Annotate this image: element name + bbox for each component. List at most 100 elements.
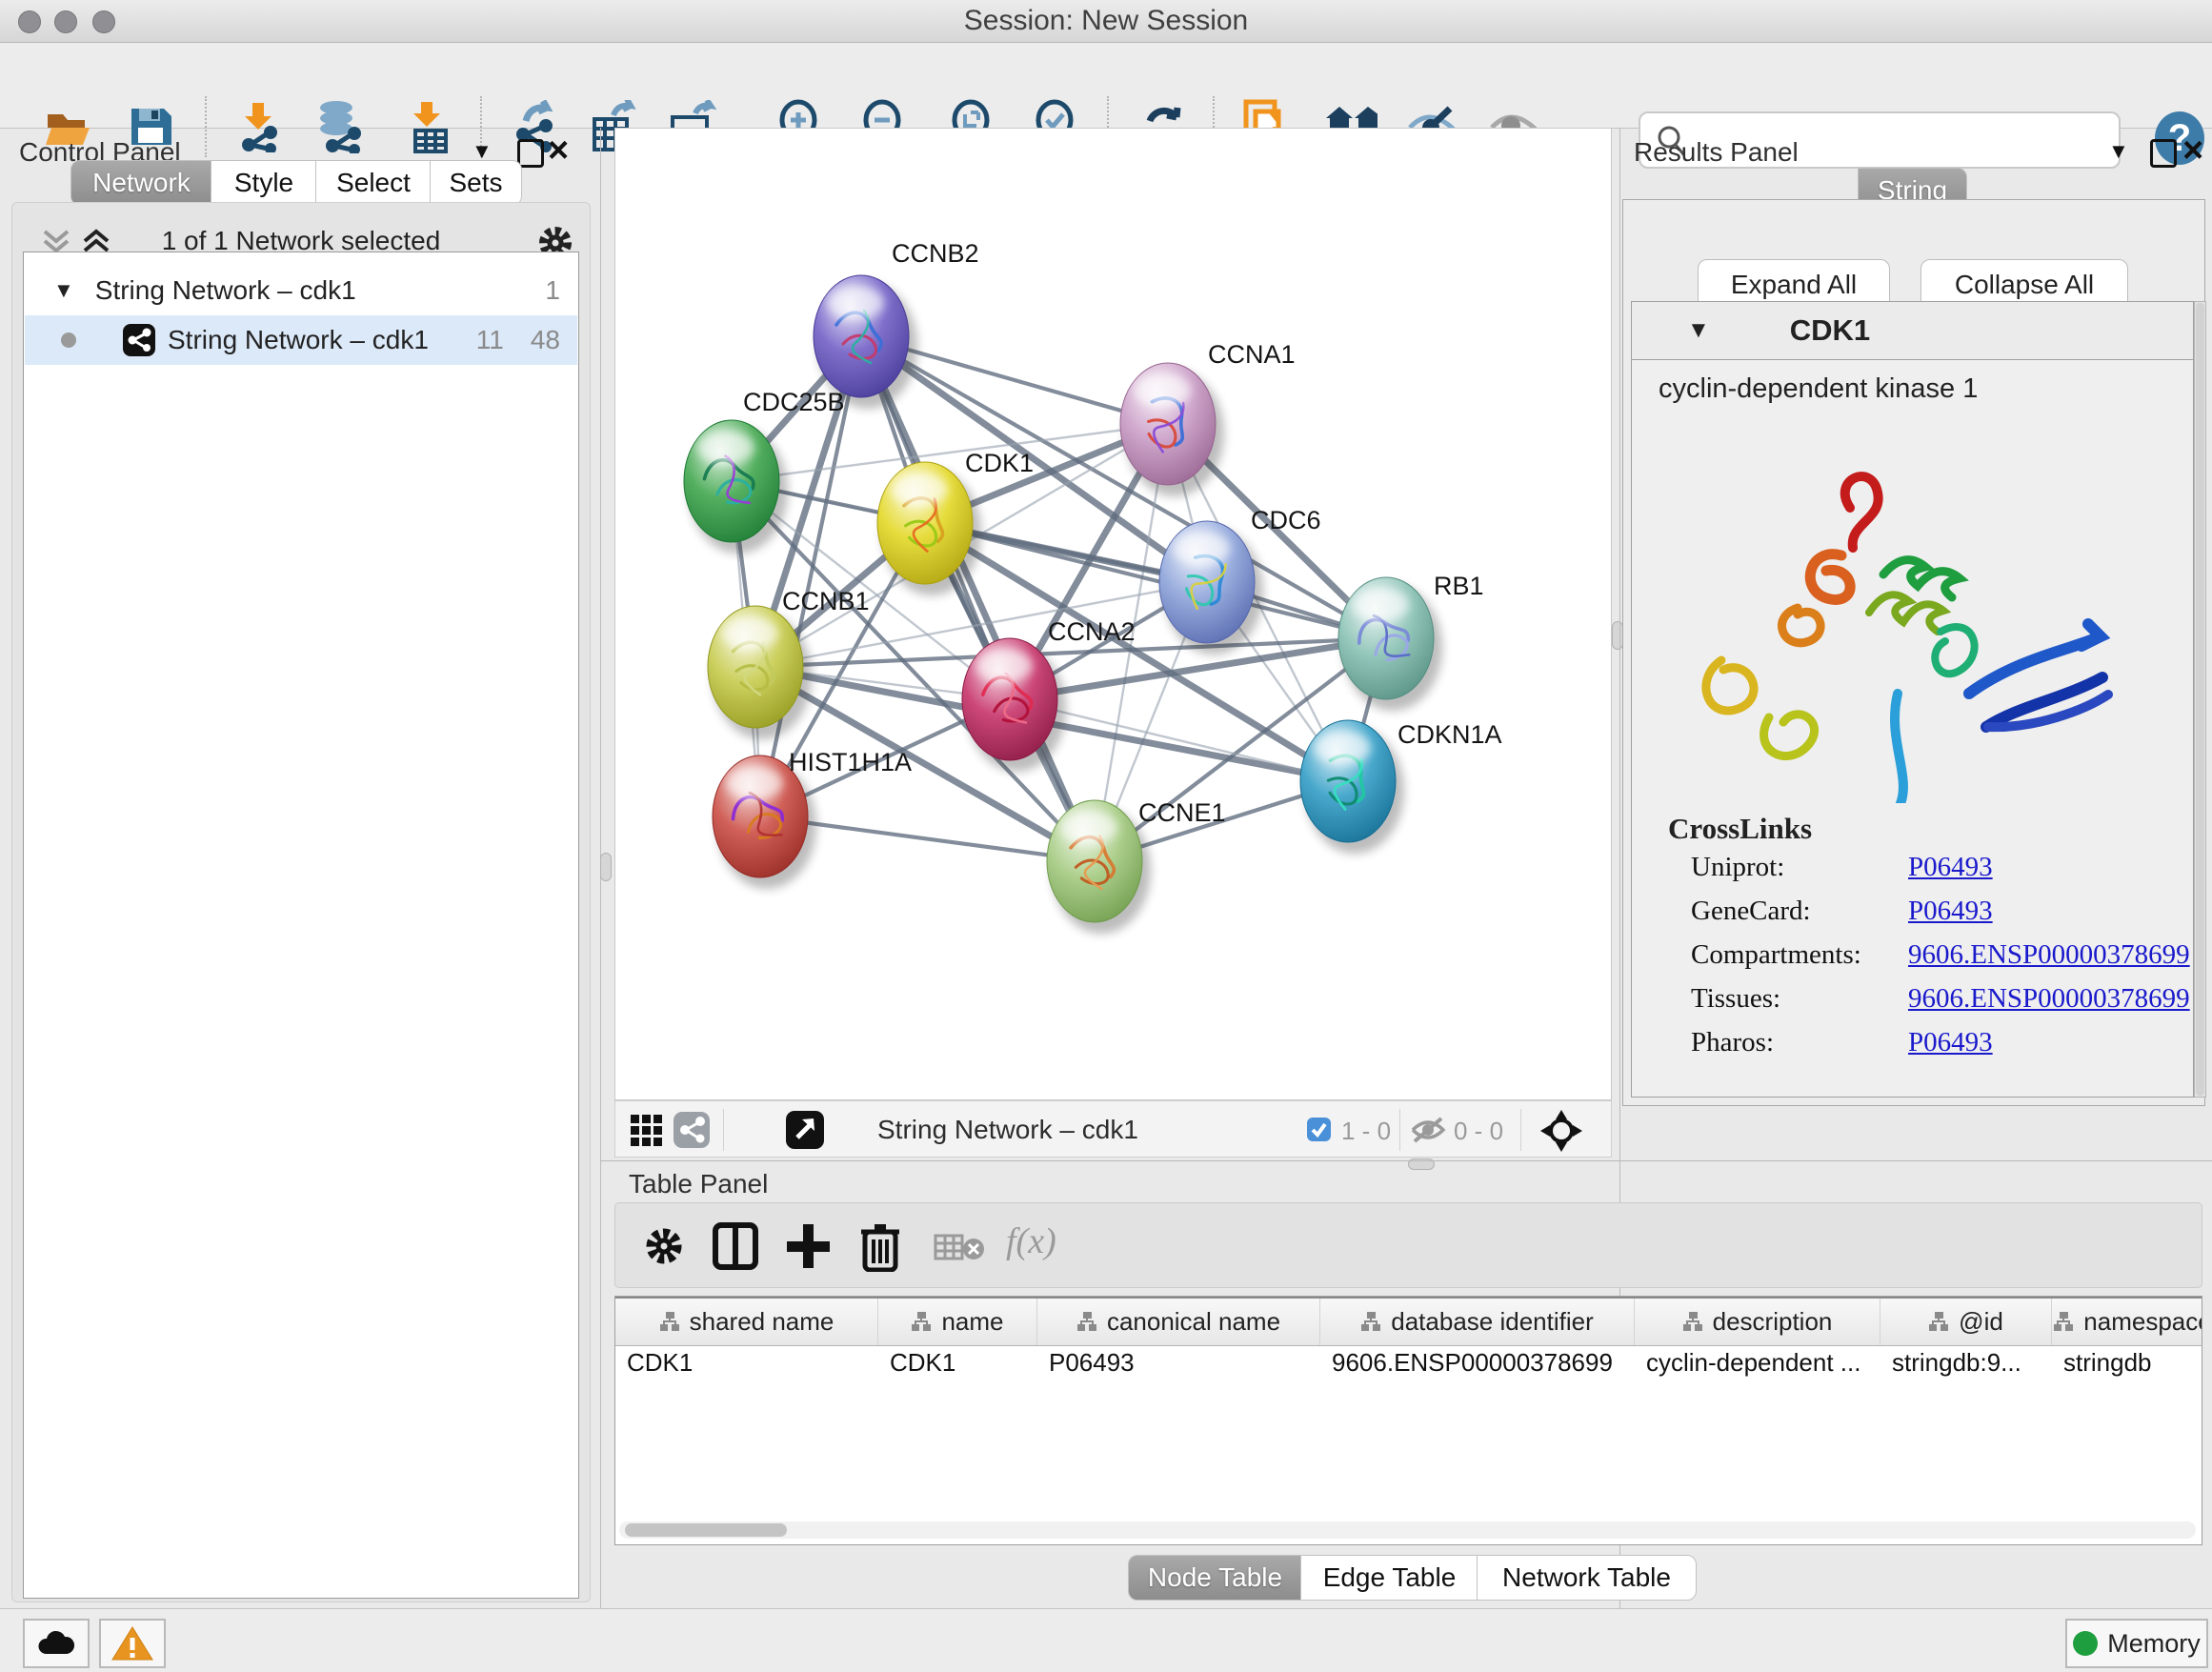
network-node-rb1[interactable] [1338, 577, 1442, 711]
cloud-status-button[interactable] [23, 1619, 90, 1668]
network-row-selected[interactable]: String Network – cdk1 11 48 [25, 315, 577, 365]
node-label-cdc25b: CDC25B [743, 388, 845, 416]
tab-sets[interactable]: Sets [430, 160, 522, 206]
memory-status-dot-icon [2073, 1631, 2098, 1656]
column-tree-icon [1360, 1311, 1381, 1334]
table-panel-title: Table Panel [629, 1169, 768, 1199]
crosslink-row: GeneCard:P06493 [1691, 896, 2193, 927]
status-bar: Memory [0, 1608, 2212, 1672]
footer-separator [723, 1109, 724, 1151]
crosslink-value-link[interactable]: P06493 [1908, 896, 1993, 927]
network-canvas[interactable]: CCNB2CCNA1CDC25BCDK1CDC6RB1CCNB1CCNA2CDK… [614, 128, 1612, 1100]
cloud-icon [36, 1629, 76, 1658]
network-collection-label: String Network – cdk1 [95, 275, 356, 306]
birdseye-grid-icon[interactable] [629, 1113, 663, 1147]
crosslink-label: Pharos: [1691, 1027, 1908, 1058]
column-tree-icon [1928, 1311, 1949, 1334]
network-view-icon[interactable] [673, 1111, 711, 1149]
node-description: cyclin-dependent kinase 1 [1659, 373, 2193, 405]
panel-float-icon[interactable] [2150, 139, 2177, 172]
create-column-plus-icon[interactable] [785, 1222, 831, 1270]
function-builder-icon: f(x) [1006, 1220, 1056, 1262]
network-node-cdk1[interactable] [877, 462, 981, 595]
node-label-ccnb1: CCNB1 [782, 587, 870, 615]
left-splitter-handle[interactable] [600, 853, 612, 881]
column-header-canonical-name[interactable]: canonical name [1037, 1299, 1320, 1345]
node-count: 11 [476, 325, 504, 355]
column-tree-icon [659, 1311, 680, 1334]
panel-close-icon[interactable]: × [2182, 139, 2203, 162]
table-cell[interactable]: cyclin-dependent ... [1635, 1348, 1880, 1384]
crosslink-value-link[interactable]: P06493 [1908, 852, 1993, 883]
panel-close-icon[interactable]: × [548, 139, 569, 162]
column-header-database-identifier[interactable]: database identifier [1320, 1299, 1635, 1345]
network-view-toolbar: String Network – cdk1 1 - 0 0 - 0 [614, 1100, 1612, 1158]
selected-node-edge-counts: 1 - 0 [1341, 1117, 1391, 1146]
table-horizontal-scrollbar[interactable] [619, 1521, 2196, 1539]
table-cell[interactable]: CDK1 [615, 1348, 878, 1384]
column-tree-icon [1682, 1311, 1703, 1334]
network-collection-row[interactable]: ▼ String Network – cdk1 1 [25, 266, 577, 315]
node-section-header[interactable]: ▼ CDK1 [1631, 301, 2194, 360]
section-title: CDK1 [1790, 313, 1870, 348]
tab-edge-table[interactable]: Edge Table [1300, 1555, 1478, 1601]
results-scrollbar[interactable] [2194, 301, 2206, 1098]
column-header--id[interactable]: @id [1880, 1299, 2052, 1345]
delete-table-icon[interactable] [934, 1232, 987, 1266]
column-tree-icon [2053, 1311, 2074, 1334]
collection-count: 1 [545, 275, 560, 306]
network-node-ccna2[interactable] [962, 638, 1066, 772]
crosslink-label: GeneCard: [1691, 896, 1908, 927]
network-node-cdc6[interactable] [1159, 521, 1263, 655]
tab-network[interactable]: Network [70, 160, 212, 206]
crosslinks-title: CrossLinks [1668, 812, 2193, 846]
node-section-body: cyclin-dependent kinase 1 CrossLinks Uni… [1631, 360, 2194, 1098]
crosslink-label: Compartments: [1691, 939, 1908, 971]
table-options-gear-icon[interactable] [642, 1224, 686, 1268]
crosslink-row: Tissues:9606.ENSP00000378699 [1691, 983, 2193, 1015]
node-label-ccnb2: CCNB2 [892, 239, 979, 268]
tab-select[interactable]: Select [315, 160, 432, 206]
network-node-ccne1[interactable] [1047, 800, 1151, 934]
delete-column-trash-icon[interactable] [859, 1220, 901, 1272]
table-header-row: shared namenamecanonical namedatabase id… [615, 1297, 2202, 1346]
tab-node-table[interactable]: Node Table [1128, 1555, 1302, 1601]
column-header-name[interactable]: name [878, 1299, 1037, 1345]
network-view-title: String Network – cdk1 [877, 1115, 1138, 1145]
table-cell[interactable]: CDK1 [878, 1348, 1037, 1384]
panel-menu-caret-icon[interactable]: ▼ [2108, 139, 2129, 164]
table-cell[interactable]: stringdb:9... [1880, 1348, 2052, 1384]
section-collapse-caret-icon[interactable]: ▼ [1687, 317, 1710, 344]
tree-expand-caret-icon[interactable]: ▼ [53, 278, 74, 303]
column-header-description[interactable]: description [1635, 1299, 1880, 1345]
crosslink-row: Pharos:P06493 [1691, 1027, 2193, 1058]
column-header-namespace[interactable]: namespace [2052, 1299, 2202, 1345]
network-node-ccnb1[interactable] [708, 606, 812, 739]
crosslink-row: Uniprot:P06493 [1691, 852, 2193, 883]
fit-selected-crosshair-icon[interactable] [1539, 1109, 1583, 1153]
hidden-node-edge-counts: 0 - 0 [1454, 1117, 1503, 1146]
crosslink-value-link[interactable]: 9606.ENSP00000378699 [1908, 983, 2190, 1015]
hidden-eye-slash-icon [1409, 1115, 1447, 1145]
show-columns-icon[interactable] [713, 1222, 758, 1270]
selected-checkbox-icon[interactable] [1306, 1117, 1332, 1142]
node-label-cdk1: CDK1 [965, 449, 1034, 477]
column-header-shared-name[interactable]: shared name [615, 1299, 878, 1345]
crosslink-value-link[interactable]: 9606.ENSP00000378699 [1908, 939, 2190, 971]
tab-style[interactable]: Style [211, 160, 317, 206]
open-in-new-window-icon[interactable] [785, 1110, 825, 1150]
table-cell[interactable]: P06493 [1037, 1348, 1320, 1384]
network-tree: ▼ String Network – cdk1 1 String Network… [23, 252, 579, 1599]
network-node-cdkn1a[interactable] [1300, 720, 1404, 854]
crosslink-value-link[interactable]: P06493 [1908, 1027, 1993, 1058]
warnings-button[interactable] [99, 1619, 166, 1668]
footer-separator [1399, 1109, 1400, 1151]
tab-network-table[interactable]: Network Table [1477, 1555, 1697, 1601]
memory-button[interactable]: Memory [2065, 1619, 2208, 1668]
table-cell[interactable]: 9606.ENSP00000378699 [1320, 1348, 1635, 1384]
crosslink-label: Uniprot: [1691, 852, 1908, 883]
node-label-hist1h1a: HIST1H1A [789, 748, 912, 776]
edge-count: 48 [531, 325, 560, 355]
protein-structure-image [1655, 413, 2169, 803]
table-cell[interactable]: stringdb [2052, 1348, 2202, 1384]
